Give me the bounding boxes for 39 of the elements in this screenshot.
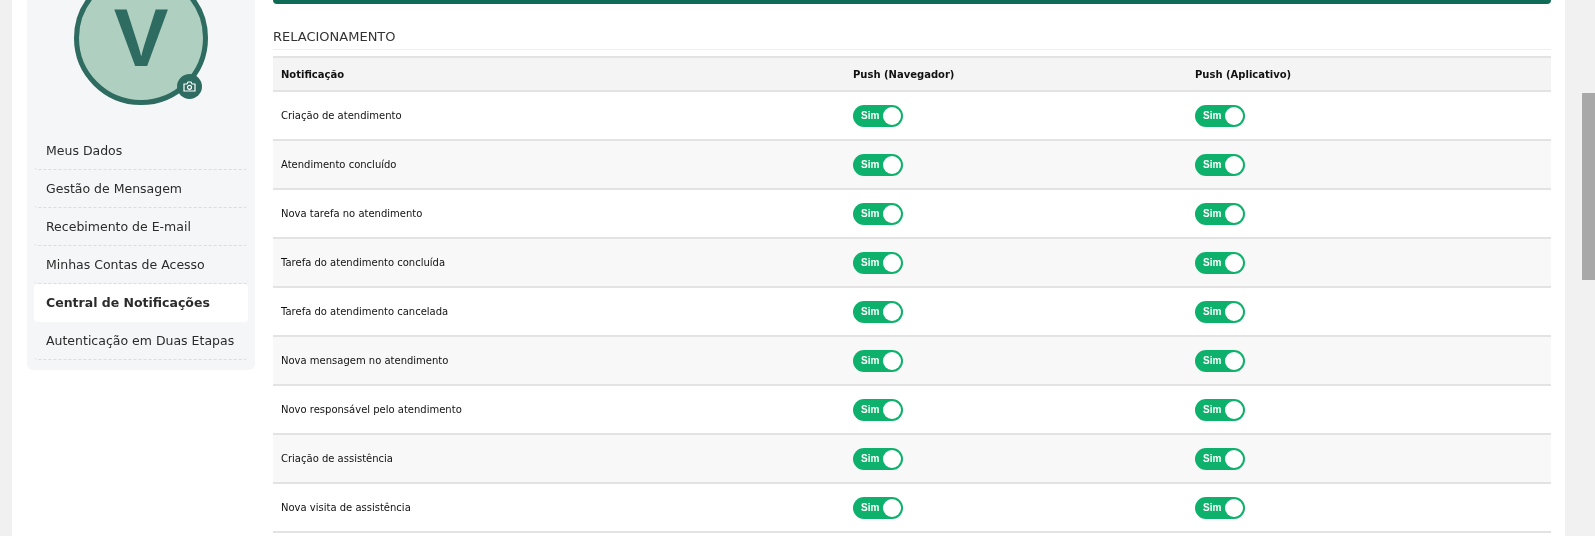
column-header: Push (Aplicativo) (1195, 68, 1293, 80)
toggle-switch[interactable]: Sim (853, 496, 903, 519)
toggle-switch[interactable]: Sim (1195, 104, 1245, 127)
sidebar-item[interactable]: Recebimento de E-mail (34, 208, 248, 246)
toggle-switch[interactable]: Sim (1195, 300, 1245, 323)
toggle-switch[interactable]: Sim (1195, 398, 1245, 421)
column-header: Push (Navegador) (853, 68, 956, 80)
sidebar-item[interactable]: Gestão de Mensagem (34, 170, 248, 208)
sidebar-item[interactable]: Meus Dados (34, 132, 248, 170)
section-title: RELACIONAMENTO (273, 29, 1551, 50)
avatar: V (74, 0, 208, 105)
notification-name: Tarefa do atendimento cancelada (281, 306, 450, 317)
scrollbar-thumb[interactable] (1582, 93, 1595, 280)
notification-name: Novo responsável pelo atendimento (281, 404, 463, 415)
toggle-switch[interactable]: Sim (853, 349, 903, 372)
toggle-switch[interactable]: Sim (853, 398, 903, 421)
toggle-switch[interactable]: Sim (1195, 251, 1245, 274)
toggle-switch[interactable]: Sim (853, 153, 903, 176)
notification-name: Atendimento concluído (281, 159, 398, 170)
toggle-switch[interactable]: Sim (853, 251, 903, 274)
notification-name: Nova tarefa no atendimento (281, 208, 424, 219)
sidebar-item[interactable]: Autenticação em Duas Etapas (34, 322, 248, 360)
toggle-switch[interactable]: Sim (853, 300, 903, 323)
toggle-switch[interactable]: Sim (853, 104, 903, 127)
toggle-switch[interactable]: Sim (853, 447, 903, 470)
notification-name: Tarefa do atendimento concluída (281, 257, 447, 268)
toggle-switch[interactable]: Sim (1195, 202, 1245, 225)
notification-name: Criação de atendimento (281, 110, 403, 121)
column-header: Notificação (281, 68, 346, 80)
toggle-switch[interactable]: Sim (1195, 496, 1245, 519)
camera-icon[interactable] (177, 74, 202, 99)
toggle-switch[interactable]: Sim (1195, 153, 1245, 176)
notification-name: Criação de assistência (281, 453, 394, 464)
toggle-switch[interactable]: Sim (1195, 447, 1245, 470)
notification-name: Nova visita de assistência (281, 502, 412, 513)
toggle-switch[interactable]: Sim (1195, 349, 1245, 372)
notification-name: Nova mensagem no atendimento (281, 355, 450, 366)
sidebar-item[interactable]: Central de Notificações (34, 284, 248, 322)
toggle-switch[interactable]: Sim (853, 202, 903, 225)
